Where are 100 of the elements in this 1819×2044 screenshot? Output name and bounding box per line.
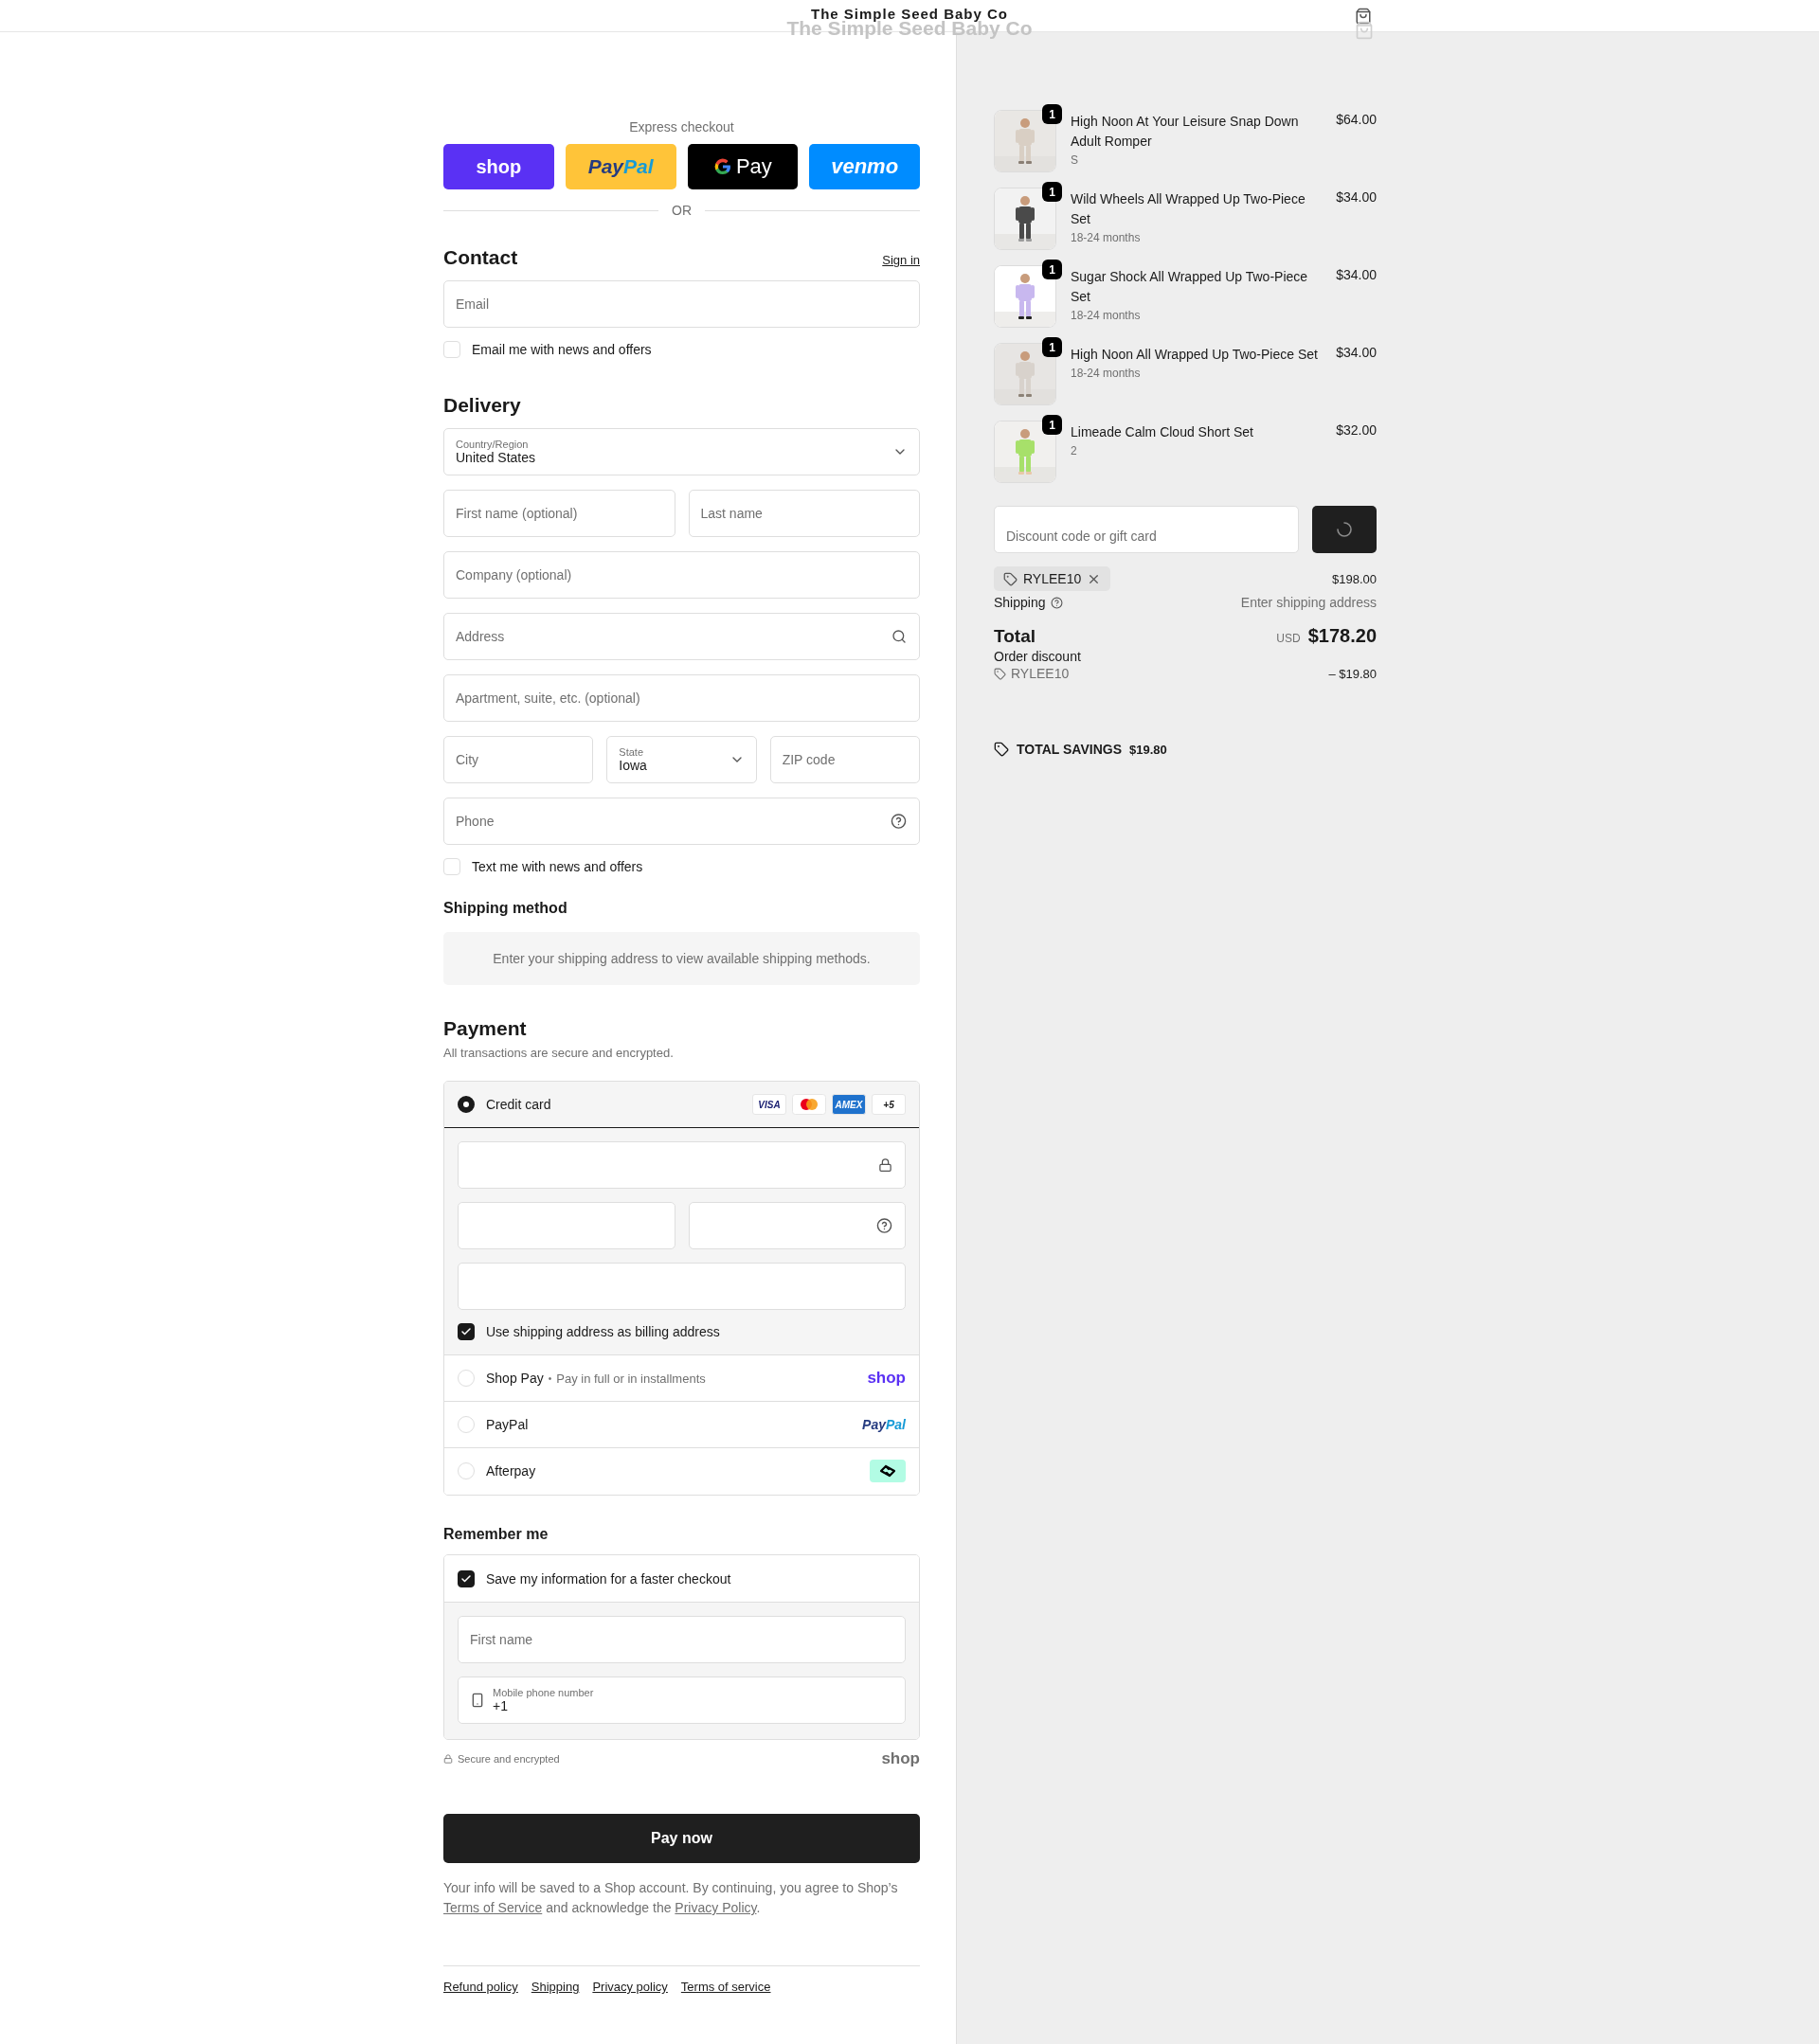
mastercard-logo	[792, 1094, 826, 1115]
footer-link[interactable]: Privacy policy	[592, 1980, 668, 1994]
product-variant: 18-24 months	[1071, 309, 1142, 322]
product-name: Wild Wheels All Wrapped Up Two-Piece Set	[1071, 190, 1306, 228]
section-heading: Remember me	[443, 1526, 549, 1543]
select-field[interactable]: Country/Region United States	[443, 428, 920, 475]
shop-pay-button[interactable]: shop	[443, 144, 554, 189]
discount-amount: – $19.80	[1328, 666, 1377, 681]
input-field[interactable]: Last name	[688, 490, 920, 537]
input-field[interactable]	[458, 1141, 906, 1189]
footer-link[interactable]: Shipping	[531, 1980, 580, 1994]
product-price: $64.00	[1336, 111, 1377, 129]
shipping-value: Enter shipping address	[1240, 595, 1377, 610]
shop-logo: shop	[881, 1749, 920, 1768]
input-field[interactable]: Email	[443, 280, 920, 328]
quantity-badge: 1	[1042, 182, 1062, 202]
input-field[interactable]	[458, 1263, 906, 1310]
more-brands-badge: +5	[872, 1094, 906, 1115]
select-field[interactable]: State Iowa	[606, 736, 757, 783]
checkbox[interactable]	[458, 1569, 475, 1587]
section-label: Express checkout	[628, 119, 735, 134]
search-icon	[891, 629, 907, 644]
input-field[interactable]	[458, 1202, 675, 1249]
discount-tag: RYLEE10	[994, 566, 1111, 591]
checkbox-label: Text me with news and offers	[472, 859, 643, 874]
section-subtitle: All transactions are secure and encrypted.	[443, 1046, 675, 1060]
total-label: Total	[994, 625, 1036, 647]
checkbox-label: Email me with news and offers	[472, 342, 652, 357]
help-icon	[891, 813, 907, 830]
product-price: $34.00	[1336, 344, 1377, 362]
google-pay-button[interactable]: Pay	[687, 144, 799, 189]
payment-option[interactable]: Credit card VISA AMEX +5	[444, 1082, 919, 1128]
section-heading: Shipping method	[443, 900, 567, 917]
shipping-label: Shipping	[994, 595, 1046, 610]
secure-note: Secure and encrypted	[458, 1753, 560, 1765]
discount-field[interactable]: Discount code or gift card	[994, 506, 1299, 553]
savings-amount: $19.80	[1129, 742, 1167, 757]
phone-field[interactable]: Mobile phone number +1	[458, 1676, 906, 1724]
input-field[interactable]: City	[443, 736, 594, 783]
afterpay-logo	[870, 1460, 906, 1482]
product-variant: S	[1071, 153, 1079, 167]
discount-code: RYLEE10	[1011, 666, 1070, 681]
total-amount: $178.20	[1307, 625, 1377, 647]
paypal-logo: PayPal	[862, 1417, 906, 1432]
help-icon	[1050, 596, 1063, 609]
checkbox-label: Save my information for a faster checkout	[486, 1570, 731, 1587]
lock-icon	[878, 1157, 892, 1173]
input-field[interactable]: Company (optional)	[443, 551, 920, 599]
quantity-badge: 1	[1042, 415, 1062, 435]
product-variant: 18-24 months	[1071, 231, 1142, 244]
subtotal-amount: $198.00	[1332, 571, 1377, 586]
product-price: $34.00	[1336, 266, 1377, 284]
input-field[interactable]: ZIP code	[769, 736, 920, 783]
product-price: $34.00	[1336, 188, 1377, 206]
quantity-badge: 1	[1042, 104, 1062, 124]
visa-logo: VISA	[752, 1094, 786, 1115]
sign-in-link[interactable]: Sign in	[882, 253, 920, 267]
input-field[interactable]: First name	[458, 1616, 906, 1663]
input-field[interactable]: Apartment, suite, etc. (optional)	[443, 674, 920, 722]
checkbox-label: Use shipping address as billing address	[486, 1324, 720, 1339]
footer-link[interactable]: Terms of service	[680, 1980, 771, 1994]
radio-button[interactable]	[458, 1096, 475, 1113]
phone-icon	[470, 1693, 485, 1708]
tag-icon	[994, 667, 1006, 680]
help-icon	[876, 1217, 892, 1234]
product-variant: 18-24 months	[1071, 367, 1142, 380]
shop-logo: shop	[867, 1369, 906, 1388]
product-name: Sugar Shock All Wrapped Up Two-Piece Set	[1071, 268, 1309, 306]
input-field[interactable]: Address	[443, 613, 920, 660]
pay-now-button[interactable]: Pay now	[443, 1814, 920, 1863]
payment-option[interactable]: Afterpay	[444, 1447, 919, 1495]
legal-notice: Your info will be saved to a Shop account. By continuing, you agree to Shop’s Terms of Service and acknowledge the Privacy Policy.	[443, 1879, 899, 1917]
input-field[interactable]: First name (optional)	[443, 490, 675, 537]
lock-icon	[443, 1754, 453, 1764]
paypal-button[interactable]: PayPal	[565, 144, 676, 189]
amex-logo: AMEX	[832, 1094, 866, 1115]
google-g-icon	[712, 157, 732, 176]
spinner-icon	[1336, 521, 1353, 538]
quantity-badge: 1	[1042, 337, 1062, 357]
checkbox[interactable]	[458, 1323, 475, 1340]
product-variant: 2	[1071, 444, 1078, 457]
input-field[interactable]	[688, 1202, 906, 1249]
bag-icon[interactable]	[1355, 8, 1372, 25]
currency-code: USD	[1276, 632, 1301, 645]
tag-icon	[994, 742, 1009, 757]
apply-button[interactable]	[1312, 506, 1377, 553]
section-heading: Contact	[443, 246, 518, 269]
order-discount-label: Order discount	[994, 649, 1081, 664]
check-icon	[460, 1326, 472, 1337]
savings-label: TOTAL SAVINGS	[1017, 742, 1122, 757]
terms-link[interactable]: Terms of Service	[443, 1900, 543, 1915]
footer-link[interactable]: Refund policy	[443, 1980, 518, 1994]
check-icon	[460, 1572, 472, 1585]
input-field[interactable]: Phone	[443, 798, 920, 845]
info-message: Enter your shipping address to view available shipping methods.	[443, 932, 920, 985]
bag-icon	[1355, 21, 1374, 40]
product-price: $32.00	[1336, 421, 1377, 439]
product-name: Limeade Calm Cloud Short Set	[1071, 423, 1254, 441]
divider-label: OR	[672, 203, 692, 218]
product-name: High Noon All Wrapped Up Two-Piece Set	[1071, 346, 1319, 364]
